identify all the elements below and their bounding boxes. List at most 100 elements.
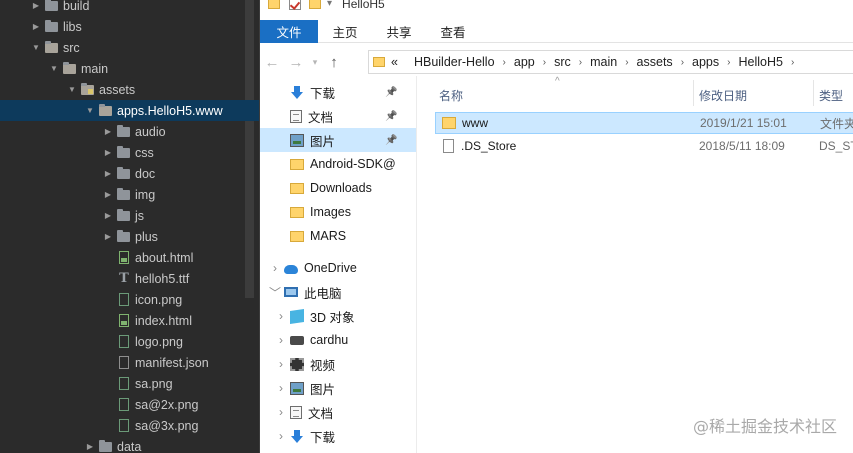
nav-item[interactable]: Downloads xyxy=(260,176,416,200)
breadcrumb-app[interactable]: app xyxy=(514,55,535,69)
chevron-right-icon[interactable]: ▶ xyxy=(102,127,114,136)
tree-item[interactable]: about.html xyxy=(0,247,259,268)
chevron-right-icon[interactable]: › xyxy=(681,57,684,68)
nav-item[interactable]: 文档 📌 xyxy=(260,104,416,128)
3d-objects-icon xyxy=(290,308,304,324)
nav-item[interactable]: › 图片 xyxy=(260,376,416,400)
tree-item[interactable]: ▼ src xyxy=(0,37,259,58)
tree-item[interactable]: sa@2x.png xyxy=(0,394,259,415)
nav-item[interactable]: › cardhu xyxy=(260,328,416,352)
properties-icon[interactable] xyxy=(289,0,301,10)
tab-share[interactable]: 共享 xyxy=(372,20,426,43)
tree-item[interactable]: sa@3x.png xyxy=(0,415,259,436)
tree-item[interactable]: index.html xyxy=(0,310,259,331)
chevron-right-icon[interactable]: ▶ xyxy=(30,1,42,10)
tree-item[interactable]: ▼ apps.HelloH5.www xyxy=(0,100,259,121)
tab-view[interactable]: 查看 xyxy=(426,20,480,43)
chevron-right-icon[interactable]: › xyxy=(727,57,730,68)
tree-item[interactable]: ▶ css xyxy=(0,142,259,163)
pin-icon[interactable]: 📌 xyxy=(385,111,397,122)
quick-access-dropdown-icon[interactable]: ▾ xyxy=(327,0,332,9)
breadcrumb-overflow[interactable]: « xyxy=(391,55,398,69)
breadcrumb-assets[interactable]: assets xyxy=(637,55,673,69)
chevron-down-icon[interactable]: ▼ xyxy=(48,64,60,73)
chevron-right-icon[interactable]: ▶ xyxy=(30,22,42,31)
nav-item[interactable]: Android-SDK@ xyxy=(260,152,416,176)
chevron-right-icon[interactable]: ▶ xyxy=(102,148,114,157)
nav-item-label: 文档 xyxy=(308,110,334,125)
nav-item[interactable]: › OneDrive xyxy=(260,256,416,280)
chevron-right-icon[interactable]: ▶ xyxy=(102,169,114,178)
column-modified[interactable]: 修改日期 xyxy=(699,87,747,104)
chevron-right-icon[interactable]: ▶ xyxy=(102,211,114,220)
new-folder-icon[interactable] xyxy=(309,0,321,9)
nav-item[interactable]: 图片 📌 xyxy=(260,128,416,152)
tab-home[interactable]: 主页 xyxy=(318,20,372,43)
file-row[interactable]: www 2019/1/21 15:01 文件夹 xyxy=(435,112,853,134)
tree-item[interactable]: ▼ main xyxy=(0,58,259,79)
breadcrumb-apps[interactable]: apps xyxy=(692,55,719,69)
recent-dropdown-icon[interactable]: ▾ xyxy=(308,57,322,68)
tree-item[interactable]: icon.png xyxy=(0,289,259,310)
file-name: www xyxy=(462,116,488,130)
nav-item[interactable]: › 视频 xyxy=(260,352,416,376)
tree-item[interactable]: ▶ img xyxy=(0,184,259,205)
nav-item[interactable]: Images xyxy=(260,200,416,224)
pin-icon[interactable]: 📌 xyxy=(385,135,397,146)
chevron-right-icon[interactable]: › xyxy=(791,57,794,68)
chevron-right-icon[interactable]: › xyxy=(625,57,628,68)
column-divider[interactable] xyxy=(693,80,694,106)
chevron-right-icon[interactable]: ▶ xyxy=(84,442,96,451)
tree-item[interactable]: ▶ libs xyxy=(0,16,259,37)
chevron-right-icon[interactable]: › xyxy=(503,57,506,68)
tree-item[interactable]: Thelloh5.ttf xyxy=(0,268,259,289)
breadcrumb-hbuilder-hello[interactable]: HBuilder-Hello xyxy=(414,55,495,69)
tree-item[interactable]: ▶ build xyxy=(0,0,259,16)
chevron-right-icon[interactable]: › xyxy=(579,57,582,68)
file-row[interactable]: .DS_Store 2018/5/11 18:09 DS_STORE xyxy=(435,135,853,157)
tree-item[interactable]: sa.png xyxy=(0,373,259,394)
folder-icon[interactable] xyxy=(268,0,280,9)
nav-item[interactable]: ﹀ 此电脑 xyxy=(260,280,416,304)
breadcrumb-helloh5[interactable]: HelloH5 xyxy=(738,55,782,69)
chevron-right-icon[interactable]: ▶ xyxy=(102,232,114,241)
tab-file[interactable]: 文件 xyxy=(260,20,318,43)
chevron-right-icon[interactable]: › xyxy=(266,261,284,275)
chevron-right-icon[interactable]: ▶ xyxy=(102,190,114,199)
tree-item[interactable]: ▶ plus xyxy=(0,226,259,247)
tree-item[interactable]: ▶ audio xyxy=(0,121,259,142)
column-type[interactable]: 类型 xyxy=(819,87,843,104)
tree-item[interactable]: manifest.json xyxy=(0,352,259,373)
column-name[interactable]: 名称 xyxy=(439,87,463,104)
chevron-down-icon[interactable]: ▼ xyxy=(30,43,42,52)
nav-item[interactable]: › 文档 xyxy=(260,400,416,424)
pin-icon[interactable]: 📌 xyxy=(385,87,397,98)
nav-item[interactable]: MARS xyxy=(260,224,416,248)
chevron-down-icon[interactable]: ﹀ xyxy=(266,284,284,301)
chevron-down-icon[interactable]: ▼ xyxy=(66,85,78,94)
nav-item[interactable]: 下载 📌 xyxy=(260,80,416,104)
tree-item[interactable]: ▼ assets xyxy=(0,79,259,100)
nav-item[interactable]: › 3D 对象 xyxy=(260,304,416,328)
tree-item[interactable]: logo.png xyxy=(0,331,259,352)
forward-arrow-icon[interactable]: → xyxy=(284,54,308,71)
chevron-right-icon[interactable]: › xyxy=(272,405,290,419)
chevron-right-icon[interactable]: › xyxy=(543,57,546,68)
chevron-right-icon[interactable]: › xyxy=(272,357,290,371)
chevron-right-icon[interactable]: › xyxy=(272,309,290,323)
address-bar[interactable]: « HBuilder-Hello › app › src › main › as… xyxy=(368,50,853,74)
column-divider[interactable] xyxy=(813,80,814,106)
tree-item[interactable]: ▶ js xyxy=(0,205,259,226)
chevron-right-icon[interactable]: › xyxy=(272,429,290,443)
back-arrow-icon[interactable]: ← xyxy=(260,54,284,71)
tree-item[interactable]: ▶ doc xyxy=(0,163,259,184)
chevron-right-icon[interactable]: › xyxy=(272,381,290,395)
breadcrumb-main[interactable]: main xyxy=(590,55,617,69)
tree-item[interactable]: ▶ data xyxy=(0,436,259,453)
nav-item[interactable]: › 下载 xyxy=(260,424,416,448)
chevron-right-icon[interactable]: › xyxy=(272,333,290,347)
folder-icon xyxy=(117,187,130,200)
up-arrow-icon[interactable]: ↑ xyxy=(322,54,346,71)
breadcrumb-src[interactable]: src xyxy=(554,55,571,69)
chevron-down-icon[interactable]: ▼ xyxy=(84,106,96,115)
